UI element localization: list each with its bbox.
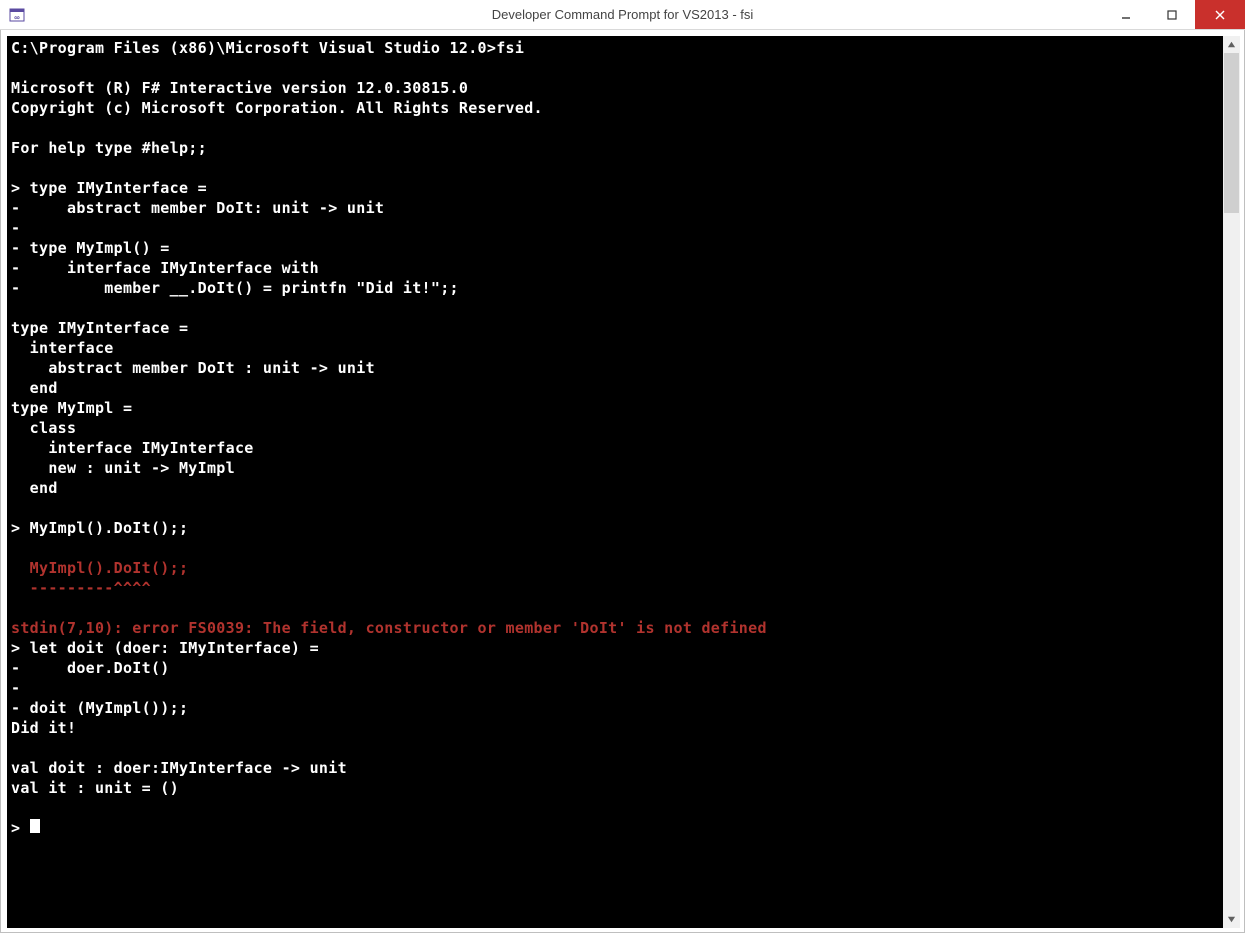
console-line	[11, 798, 1219, 818]
console-line: > let doit (doer: IMyInterface) =	[11, 638, 1219, 658]
console-line: MyImpl().DoIt();;	[11, 558, 1219, 578]
console-line	[11, 58, 1219, 78]
console-line: >	[11, 818, 1219, 838]
console-line: end	[11, 378, 1219, 398]
console-line: Copyright (c) Microsoft Corporation. All…	[11, 98, 1219, 118]
vertical-scrollbar[interactable]	[1223, 36, 1240, 928]
console-line: end	[11, 478, 1219, 498]
console-line: -	[11, 218, 1219, 238]
scroll-track[interactable]	[1223, 53, 1240, 911]
console-line: Microsoft (R) F# Interactive version 12.…	[11, 78, 1219, 98]
console-wrap: C:\Program Files (x86)\Microsoft Visual …	[7, 36, 1240, 928]
console-line: - type MyImpl() =	[11, 238, 1219, 258]
console-line: C:\Program Files (x86)\Microsoft Visual …	[11, 38, 1219, 58]
console-line: interface IMyInterface	[11, 438, 1219, 458]
console-line: For help type #help;;	[11, 138, 1219, 158]
console-line: -	[11, 678, 1219, 698]
console-line: interface	[11, 338, 1219, 358]
console-line: type MyImpl =	[11, 398, 1219, 418]
console-line: stdin(7,10): error FS0039: The field, co…	[11, 618, 1219, 638]
console-line: ---------^^^^	[11, 578, 1219, 598]
console-output[interactable]: C:\Program Files (x86)\Microsoft Visual …	[7, 36, 1223, 928]
console-line	[11, 158, 1219, 178]
svg-text:∞: ∞	[14, 13, 20, 22]
console-line: - interface IMyInterface with	[11, 258, 1219, 278]
maximize-button[interactable]	[1149, 0, 1195, 29]
console-line: - doit (MyImpl());;	[11, 698, 1219, 718]
window-title: Developer Command Prompt for VS2013 - fs…	[0, 7, 1245, 22]
console-line	[11, 538, 1219, 558]
minimize-button[interactable]	[1103, 0, 1149, 29]
client-area: C:\Program Files (x86)\Microsoft Visual …	[0, 30, 1245, 933]
console-line: > type IMyInterface =	[11, 178, 1219, 198]
scroll-down-arrow-icon[interactable]	[1223, 911, 1240, 928]
console-line: new : unit -> MyImpl	[11, 458, 1219, 478]
cursor	[30, 819, 40, 833]
console-line: abstract member DoIt : unit -> unit	[11, 358, 1219, 378]
console-line: Did it!	[11, 718, 1219, 738]
console-line: - doer.DoIt()	[11, 658, 1219, 678]
console-line: val doit : doer:IMyInterface -> unit	[11, 758, 1219, 778]
titlebar[interactable]: ∞ Developer Command Prompt for VS2013 - …	[0, 0, 1245, 30]
console-line	[11, 298, 1219, 318]
console-line: type IMyInterface =	[11, 318, 1219, 338]
app-icon: ∞	[8, 6, 26, 24]
console-line: class	[11, 418, 1219, 438]
console-line: - abstract member DoIt: unit -> unit	[11, 198, 1219, 218]
console-line	[11, 738, 1219, 758]
close-button[interactable]	[1195, 0, 1245, 29]
console-line: - member __.DoIt() = printfn "Did it!";;	[11, 278, 1219, 298]
scroll-thumb[interactable]	[1224, 53, 1239, 213]
window-controls	[1103, 0, 1245, 29]
console-line: > MyImpl().DoIt();;	[11, 518, 1219, 538]
console-line	[11, 118, 1219, 138]
console-line: val it : unit = ()	[11, 778, 1219, 798]
console-line	[11, 598, 1219, 618]
console-line	[11, 498, 1219, 518]
scroll-up-arrow-icon[interactable]	[1223, 36, 1240, 53]
